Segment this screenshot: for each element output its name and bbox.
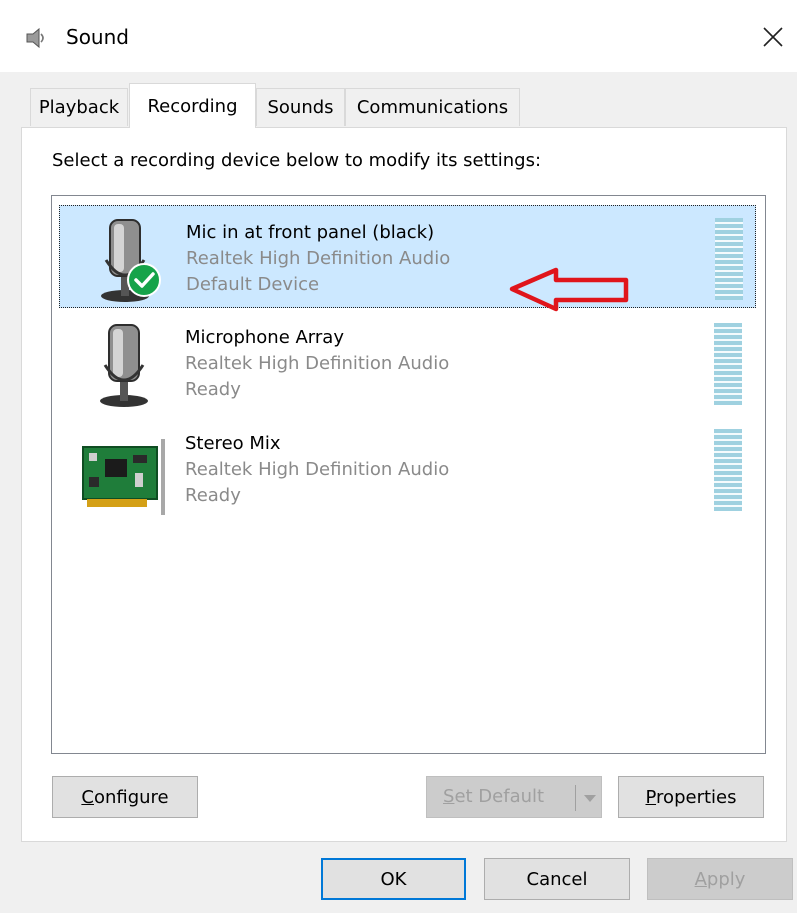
- default-device-check-icon: [126, 262, 162, 298]
- apply-label: Apply: [694, 868, 746, 890]
- device-name: Mic in at front panel (black): [186, 222, 435, 243]
- tab-playback[interactable]: Playback: [30, 88, 128, 126]
- set-default-label: Set Default: [443, 786, 545, 807]
- device-name: Stereo Mix: [185, 433, 281, 454]
- tab-recording[interactable]: Recording: [129, 83, 256, 128]
- recording-device-list[interactable]: Mic in at front panel (black) Realtek Hi…: [51, 195, 766, 754]
- set-default-button[interactable]: Set Default: [426, 776, 602, 818]
- device-driver: Realtek High Definition Audio: [185, 353, 450, 374]
- device-status: Ready: [185, 485, 241, 506]
- chevron-down-icon[interactable]: [581, 785, 599, 811]
- split-divider: [575, 785, 576, 811]
- sound-card-icon: [79, 427, 169, 517]
- window-title: Sound: [66, 25, 129, 49]
- device-status: Default Device: [186, 274, 320, 295]
- device-name: Microphone Array: [185, 327, 344, 348]
- device-status: Ready: [185, 379, 241, 400]
- device-driver: Realtek High Definition Audio: [185, 459, 450, 480]
- close-button[interactable]: [750, 14, 796, 60]
- instructions-label: Select a recording device below to modif…: [52, 150, 542, 171]
- tab-communications[interactable]: Communications: [345, 88, 520, 126]
- device-item-microphone-array[interactable]: Microphone Array Realtek High Definition…: [59, 311, 756, 414]
- ok-button[interactable]: OK: [321, 858, 466, 900]
- configure-label: Configure: [81, 786, 169, 808]
- annotation-arrow-icon: [508, 266, 632, 316]
- device-item-mic-front-panel[interactable]: Mic in at front panel (black) Realtek Hi…: [59, 205, 756, 312]
- cancel-button[interactable]: Cancel: [484, 858, 630, 900]
- title-bar: Sound: [0, 0, 797, 72]
- close-icon: [763, 27, 783, 47]
- apply-button[interactable]: Apply: [647, 858, 793, 900]
- device-driver: Realtek High Definition Audio: [186, 248, 451, 269]
- device-item-stereo-mix[interactable]: Stereo Mix Realtek High Definition Audio…: [59, 417, 756, 520]
- device-level-meter: [714, 323, 742, 405]
- properties-button[interactable]: Properties: [618, 776, 764, 818]
- properties-label: Properties: [645, 786, 737, 808]
- configure-button[interactable]: Configure: [52, 776, 198, 818]
- tab-sounds[interactable]: Sounds: [256, 88, 345, 126]
- device-level-meter: [715, 218, 743, 300]
- device-level-meter: [714, 429, 742, 511]
- speaker-icon: [24, 26, 48, 50]
- sound-dialog: Sound Playback Recording Sounds Communic…: [0, 0, 797, 913]
- microphone-icon: [79, 321, 169, 411]
